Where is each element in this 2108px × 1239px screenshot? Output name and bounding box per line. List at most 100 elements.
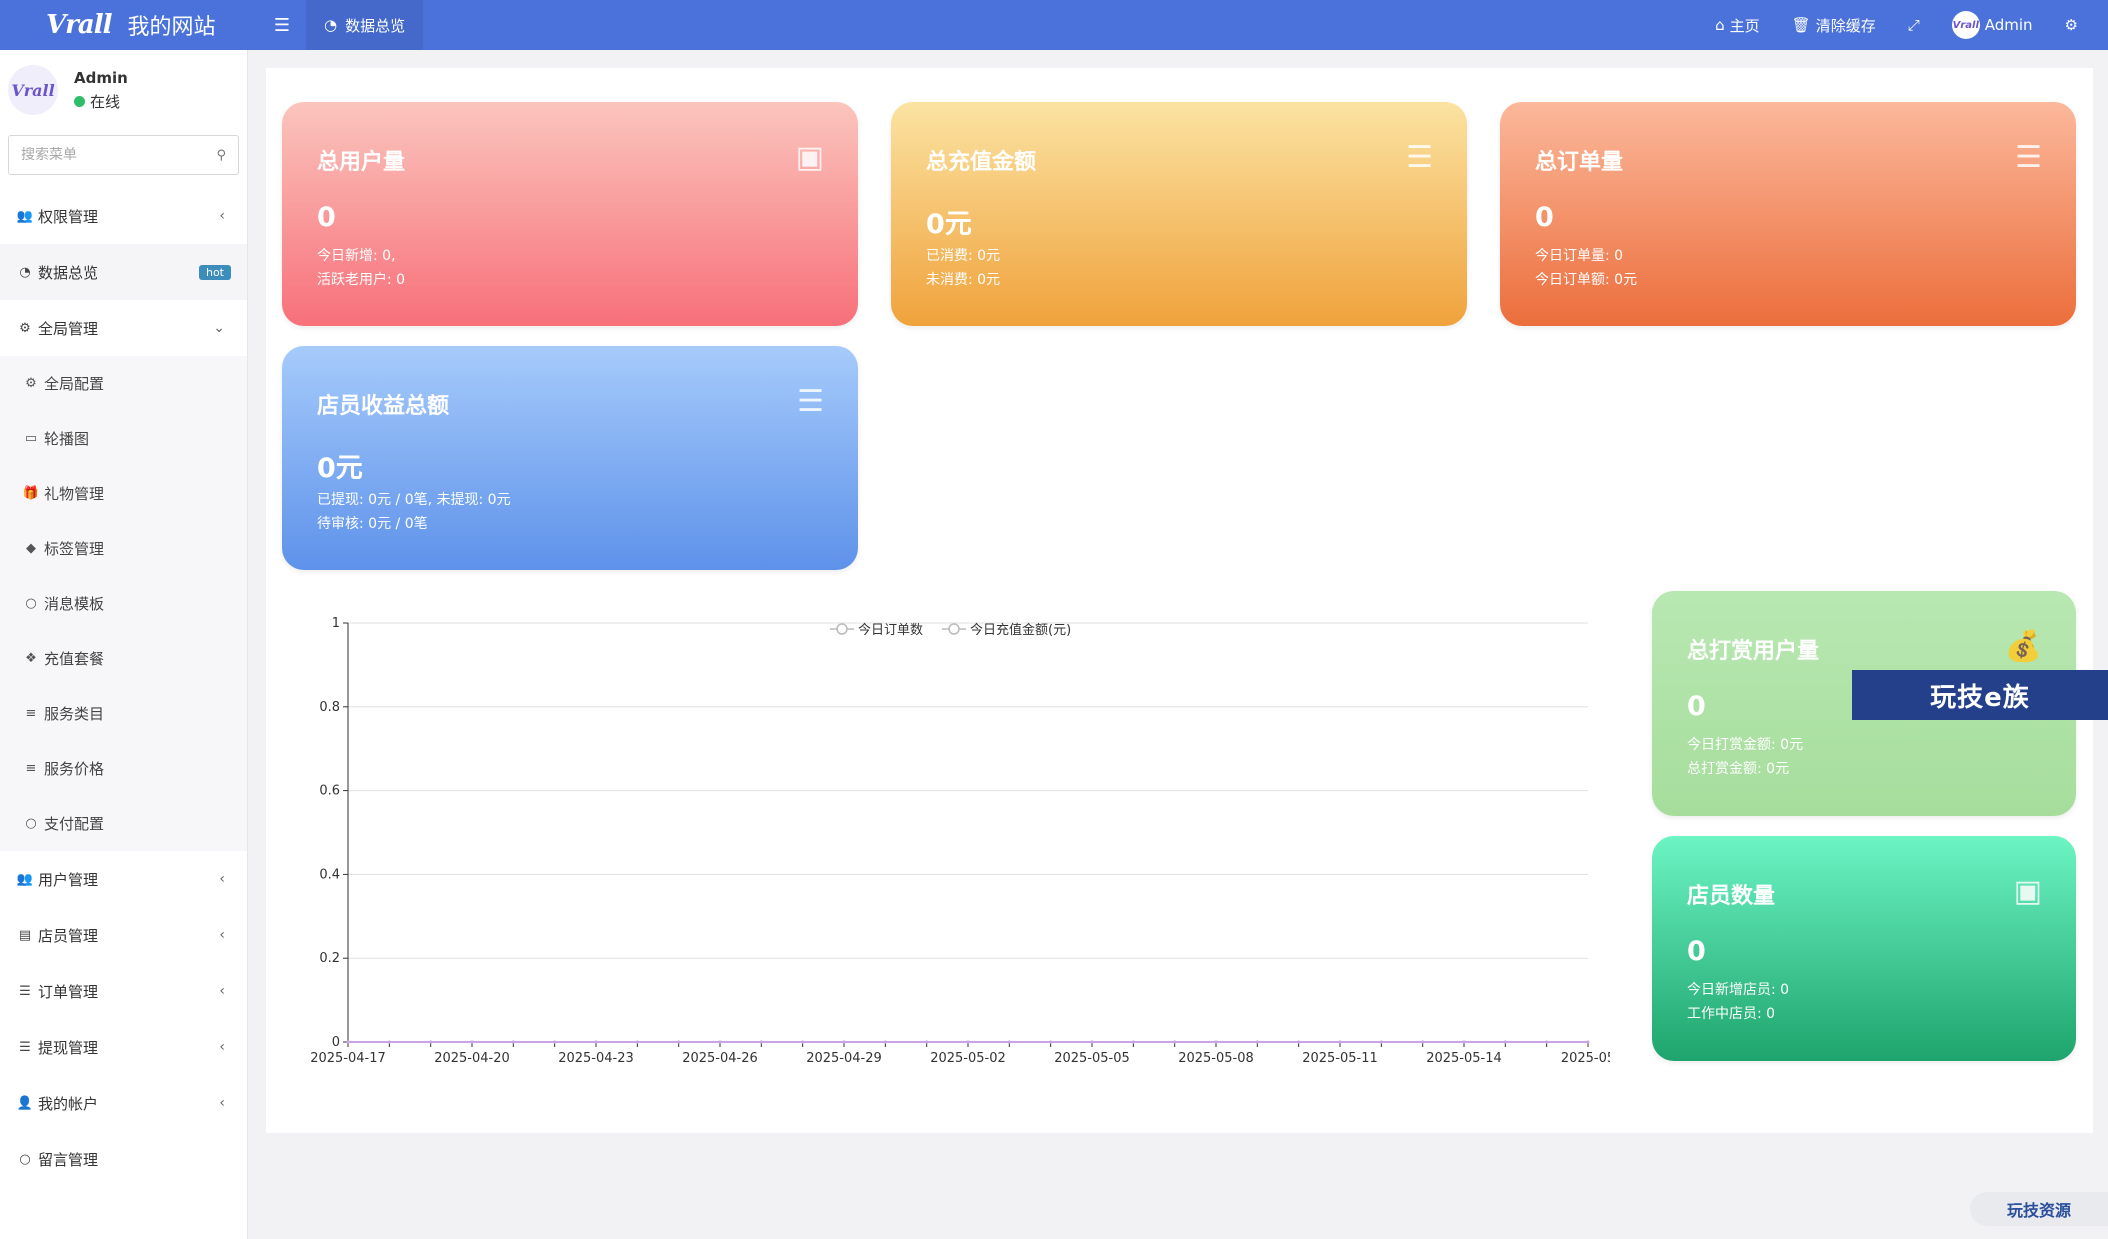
- card-title: 总打赏用户量: [1687, 639, 1820, 664]
- sidebar-subitem-recharge-packages[interactable]: ❖ 充值套餐: [0, 631, 247, 686]
- user-menu[interactable]: Vrall Admin: [1936, 0, 2049, 50]
- home-label: 主页: [1729, 16, 1760, 35]
- circle-icon: ○: [25, 816, 37, 831]
- sidebar-item-label: 留言管理: [38, 1150, 99, 1169]
- database-icon: ☰: [2015, 140, 2042, 175]
- sidebar-subitem-service-categories[interactable]: ≡ 服务类目: [0, 686, 247, 741]
- y-tick-label: 0.8: [319, 700, 340, 715]
- card-detail: 今日打赏金额: 0元: [1687, 737, 1804, 753]
- card-value: 0: [1687, 691, 1706, 722]
- corner-watermark: 玩技资源: [1970, 1192, 2108, 1226]
- card-value: 0: [317, 202, 336, 233]
- tab-dashboard[interactable]: ◔ 数据总览: [306, 0, 424, 50]
- sidebar-item-permissions[interactable]: 👥 权限管理 ‹: [0, 188, 247, 244]
- y-tick-label: 1: [332, 616, 340, 631]
- sidebar-subitem-global-config[interactable]: ⚙ 全局配置: [0, 356, 247, 411]
- data-point: [429, 1040, 433, 1044]
- clear-cache-button[interactable]: 🗑 清除缓存: [1776, 0, 1892, 50]
- circle-icon: ○: [25, 596, 37, 611]
- sidebar-subitem-label: 标签管理: [44, 540, 105, 558]
- home-link[interactable]: ⌂ 主页: [1699, 0, 1776, 50]
- sidebar-item-orders[interactable]: ☰ 订单管理 ‹: [0, 963, 247, 1019]
- sidebar: Vrall Admin 在线 ⚲ 👥 权限管理 ‹ ◔ 数据总览 hot ⚙ 全…: [0, 50, 248, 1239]
- settings-button[interactable]: ⚙: [2049, 0, 2094, 50]
- sidebar-subitem-service-prices[interactable]: ≡ 服务价格: [0, 741, 247, 796]
- menu-toggle-icon[interactable]: ☰: [258, 0, 306, 50]
- sidebar-item-global[interactable]: ⚙ 全局管理 ⌄: [0, 300, 247, 356]
- money-bag-icon: 💰: [2004, 629, 2042, 664]
- card-detail: 今日订单量: 0: [1535, 248, 1624, 264]
- x-tick-label: 2025-05: [1561, 1051, 1610, 1066]
- watermark-banner: 玩技e族: [1852, 670, 2108, 720]
- card-detail: 活跃老用户: 0: [317, 272, 406, 288]
- user-panel: Vrall Admin 在线: [0, 50, 247, 130]
- clear-cache-label: 清除缓存: [1815, 16, 1876, 35]
- data-point: [1586, 1040, 1590, 1044]
- data-point: [470, 1040, 474, 1044]
- fullscreen-button[interactable]: ⤢: [1892, 0, 1936, 50]
- x-tick-label: 2025-04-17: [310, 1051, 386, 1066]
- y-tick-label: 0: [332, 1035, 340, 1050]
- legend-label: 今日充值金额(元): [970, 622, 1071, 638]
- data-point: [635, 1040, 639, 1044]
- data-point: [718, 1040, 722, 1044]
- search-icon[interactable]: ⚲: [216, 148, 226, 163]
- home-icon: ⌂: [1715, 16, 1725, 34]
- x-tick-label: 2025-05-14: [1426, 1051, 1502, 1066]
- user-status: 在线: [74, 91, 128, 112]
- y-tick-label: 0.2: [319, 951, 340, 966]
- sidebar-subitem-tags[interactable]: ◆ 标签管理: [0, 521, 247, 576]
- sidebar-subitem-carousel[interactable]: ▭ 轮播图: [0, 411, 247, 466]
- x-tick-label: 2025-04-26: [682, 1051, 758, 1066]
- x-tick-label: 2025-05-02: [930, 1051, 1006, 1066]
- chevron-left-icon: ‹: [219, 1039, 225, 1055]
- site-name: 我的网站: [127, 15, 216, 40]
- search-box: ⚲: [8, 135, 239, 175]
- sidebar-subitem-payment-config[interactable]: ○ 支付配置: [0, 796, 247, 851]
- sidebar-subitem-label: 充值套餐: [44, 650, 105, 668]
- data-point: [842, 1040, 846, 1044]
- sidebar-item-withdrawals[interactable]: ☰ 提现管理 ‹: [0, 1019, 247, 1075]
- dashboard-icon: ◔: [324, 16, 338, 34]
- legend-label: 今日订单数: [858, 622, 923, 638]
- data-point: [677, 1040, 681, 1044]
- chevron-left-icon: ‹: [219, 927, 225, 943]
- card-value: 0: [1535, 202, 1554, 233]
- data-point: [801, 1040, 805, 1044]
- user-icon: 👤: [16, 1095, 34, 1111]
- daily-stats-chart: 0 0.2 0.4 0.6 0.8 1 2025-04-17 2025-04-20 2025-0…: [290, 606, 1615, 1076]
- stat-card-total-orders: 总订单量 ☰ 0 今日订单量: 0 今日订单额: 0元: [1500, 102, 2076, 326]
- chevron-left-icon: ‹: [219, 1095, 225, 1111]
- y-tick-label: 0.4: [319, 867, 340, 882]
- x-tick-label: 2025-04-20: [434, 1051, 510, 1066]
- stat-card-staff-count: 店员数量 ▣ 0 今日新增店员: 0 工作中店员: 0: [1652, 836, 2076, 1061]
- card-detail: 工作中店员: 0: [1687, 1006, 1776, 1022]
- data-point: [1173, 1040, 1177, 1044]
- sidebar-item-staff[interactable]: ▤ 店员管理 ‹: [0, 907, 247, 963]
- brand[interactable]: Vrall 我的网站: [0, 0, 248, 50]
- card-detail: 总打赏金额: 0元: [1687, 761, 1790, 777]
- cogs-icon: ⚙: [19, 320, 31, 336]
- id-card-icon: ▤: [18, 927, 32, 943]
- sidebar-subitem-gifts[interactable]: 🎁 礼物管理: [0, 466, 247, 521]
- sidebar-item-users[interactable]: 👥 用户管理 ‹: [0, 851, 247, 907]
- top-right-actions: ⌂ 主页 🗑 清除缓存 ⤢ Vrall Admin ⚙: [1699, 0, 2108, 50]
- data-point: [511, 1040, 515, 1044]
- card-detail: 今日新增: 0,: [317, 248, 396, 264]
- tags-icon: ◆: [26, 541, 36, 556]
- data-point: [883, 1040, 887, 1044]
- data-point: [1090, 1040, 1094, 1044]
- search-input[interactable]: [21, 147, 201, 163]
- card-value: 0元: [926, 209, 972, 240]
- data-point: [346, 1040, 350, 1044]
- sidebar-item-my-account[interactable]: 👤 我的帐户 ‹: [0, 1075, 247, 1131]
- card-detail: 今日新增店员: 0: [1687, 982, 1790, 998]
- sidebar-subitem-message-templates[interactable]: ○ 消息模板: [0, 576, 247, 631]
- sidebar-menu: 👥 权限管理 ‹ ◔ 数据总览 hot ⚙ 全局管理 ⌄ ⚙ 全局配置 ▭ 轮播…: [0, 188, 247, 1187]
- sidebar-item-messages[interactable]: ○ 留言管理: [0, 1131, 247, 1187]
- data-point: [1379, 1040, 1383, 1044]
- x-tick-label: 2025-05-05: [1054, 1051, 1130, 1066]
- sidebar-item-dashboard[interactable]: ◔ 数据总览 hot: [0, 244, 247, 300]
- x-tick-label: 2025-04-23: [558, 1051, 634, 1066]
- sidebar-item-label: 提现管理: [38, 1038, 99, 1057]
